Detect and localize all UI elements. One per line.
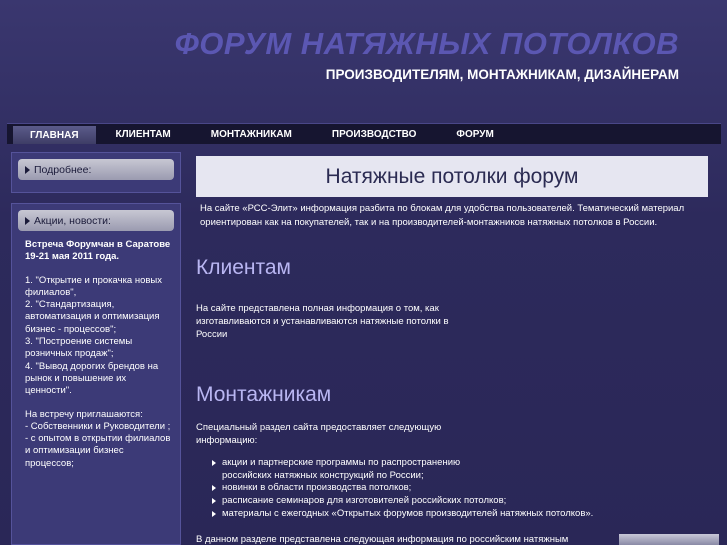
news-body: Встреча Форумчан в Саратове 19-21 мая 20… [12,231,180,470]
installers-section-title: Монтажникам [196,383,332,406]
site-title[interactable]: ФОРУМ НАТЯЖНЫХ ПОТОЛКОВ [175,26,679,62]
nav-item-installers[interactable]: МОНТАЖНИКАМ [191,124,312,144]
main-content: Натяжные потолки форум На сайте «РСС-Эли… [196,156,708,545]
main-nav: ГЛАВНАЯ КЛИЕНТАМ МОНТАЖНИКАМ ПРОИЗВОДСТВ… [7,123,721,144]
news-invite: На встречу приглашаются: - Собственники … [25,408,171,469]
clients-section-text: На сайте представлена полная информация … [196,303,449,340]
intro-text: На сайте «РСС-Элит» информация разбита п… [200,203,685,228]
installers-list: акции и партнерские программы по распрос… [196,457,708,521]
page-title: Натяжные потолки форум [196,156,708,197]
more-label: Подробнее: [34,163,92,176]
news-header[interactable]: Акции, новости: [18,210,174,231]
triangle-right-icon [25,165,30,174]
news-heading: Встреча Форумчан в Саратове 19-21 мая 20… [25,239,171,263]
nav-item-production[interactable]: ПРОИЗВОДСТВО [312,124,437,144]
news-topics: 1. "Открытие и прокачка новых филиалов",… [25,274,163,397]
triangle-right-icon [25,216,30,225]
installers-section-text: Специальный раздел сайта предоставляет с… [196,422,442,446]
ceiling-thumbnail-image [619,534,719,545]
site-subtitle: ПРОИЗВОДИТЕЛЯМ, МОНТАЖНИКАМ, ДИЗАЙНЕРАМ [325,67,679,82]
site-header: ФОРУМ НАТЯЖНЫХ ПОТОЛКОВ ПРОИЗВОДИТЕЛЯМ, … [0,0,727,118]
sidebar-more-box: Подробнее: [11,152,181,193]
nav-item-clients[interactable]: КЛИЕНТАМ [96,124,191,144]
list-item: новинки в области производства потолков; [212,482,708,495]
list-item: расписание семинаров для изготовителей р… [212,495,708,508]
list-item: акции и партнерские программы по распрос… [212,457,486,482]
list-item: материалы с ежегодных «Открытых форумов … [212,508,708,521]
clients-section-title: Клиентам [196,256,291,279]
nav-item-forum[interactable]: ФОРУМ [436,124,513,144]
news-label: Акции, новости: [34,214,111,227]
nav-item-home[interactable]: ГЛАВНАЯ [13,126,96,144]
more-header[interactable]: Подробнее: [18,159,174,180]
sidebar-news-box: Акции, новости: Встреча Форумчан в Сарат… [11,203,181,545]
